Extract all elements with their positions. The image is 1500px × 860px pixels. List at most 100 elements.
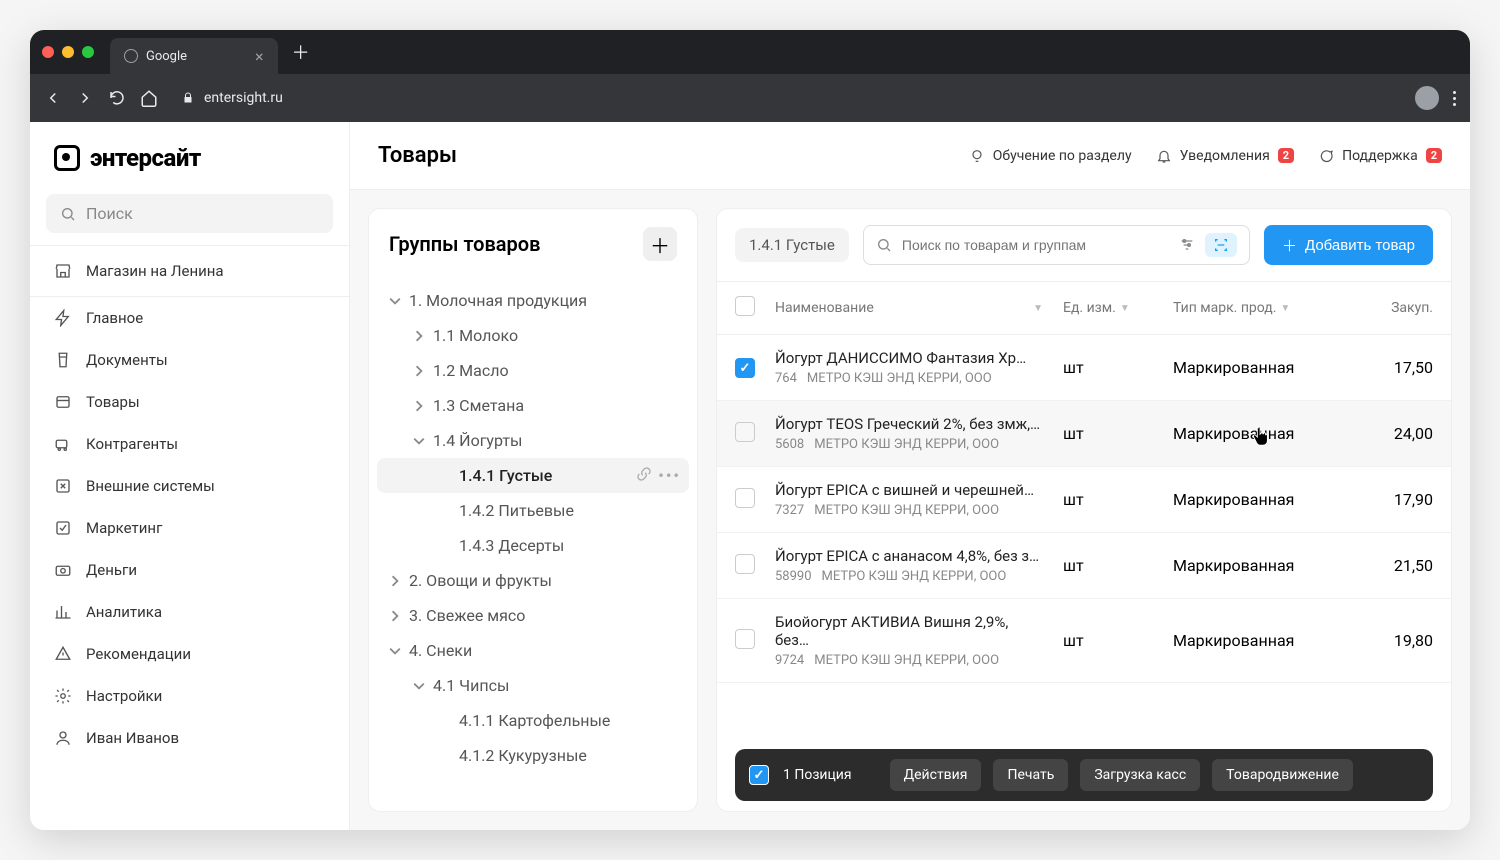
tree-item-5[interactable]: 1.4.1 Густые••• bbox=[377, 458, 689, 493]
sidebar-item-6[interactable]: Деньги bbox=[30, 549, 349, 591]
store-selector[interactable]: Магазин на Ленина bbox=[30, 245, 349, 297]
bulk-action-2[interactable]: Загрузка касс bbox=[1080, 759, 1200, 791]
sidebar-item-10[interactable]: Иван Иванов bbox=[30, 717, 349, 759]
nav-icon bbox=[54, 393, 72, 411]
logo[interactable]: энтерсайт bbox=[30, 122, 349, 186]
product-price: 17,90 bbox=[1353, 490, 1433, 509]
tree-item-7[interactable]: 1.4.3 Десерты bbox=[377, 528, 689, 563]
sidebar-item-0[interactable]: Главное bbox=[30, 297, 349, 339]
selection-checkbox[interactable] bbox=[749, 765, 769, 785]
products-panel: 1.4.1 Густые ＋ bbox=[716, 208, 1452, 812]
chevron-right-icon bbox=[389, 610, 401, 622]
browser-menu-icon[interactable] bbox=[1453, 91, 1456, 106]
product-name: Йогурт TEOS Греческий 2%, без змж,… bbox=[775, 415, 1040, 433]
link-icon[interactable] bbox=[636, 466, 652, 482]
table-row[interactable]: Йогурт TEOS Греческий 2%, без змж,… 5608… bbox=[717, 401, 1451, 467]
nav-icon bbox=[54, 519, 72, 537]
table-row[interactable]: Биойогурт АКТИВИА Вишня 2,9%, без… 9724М… bbox=[717, 599, 1451, 683]
window-close-icon[interactable] bbox=[42, 46, 54, 58]
browser-toolbar: entersight.ru bbox=[30, 74, 1470, 122]
row-checkbox[interactable] bbox=[735, 422, 755, 442]
tree-item-8[interactable]: 2. Овощи и фрукты bbox=[377, 563, 689, 598]
product-mark: Маркированная bbox=[1173, 631, 1353, 650]
browser-titlebar: Google × ＋ bbox=[30, 30, 1470, 74]
sidebar-item-8[interactable]: Рекомендации bbox=[30, 633, 349, 675]
browser-tab[interactable]: Google × bbox=[110, 38, 278, 74]
row-checkbox[interactable] bbox=[735, 629, 755, 649]
reload-icon[interactable] bbox=[108, 89, 126, 107]
nav-icon bbox=[54, 435, 72, 453]
plus-icon: ＋ bbox=[1282, 235, 1297, 256]
breadcrumb[interactable]: 1.4.1 Густые bbox=[735, 228, 849, 262]
tree-item-1[interactable]: 1.1 Молоко bbox=[377, 318, 689, 353]
row-checkbox[interactable] bbox=[735, 554, 755, 574]
product-search-input[interactable] bbox=[902, 237, 1169, 253]
tree-item-9[interactable]: 3. Свежее мясо bbox=[377, 598, 689, 633]
product-search[interactable] bbox=[863, 225, 1250, 265]
tree-item-3[interactable]: 1.3 Сметана bbox=[377, 388, 689, 423]
sort-icon[interactable]: ▼ bbox=[1033, 303, 1043, 314]
tree-item-13[interactable]: 4.1.2 Кукурузные bbox=[377, 738, 689, 773]
profile-avatar-icon[interactable] bbox=[1415, 86, 1439, 110]
scan-icon[interactable] bbox=[1205, 233, 1237, 257]
sidebar-item-4[interactable]: Внешние системы bbox=[30, 465, 349, 507]
nav-icon bbox=[54, 645, 72, 663]
product-supplier: МЕТРО КЭШ ЭНД КЕРРИ, ООО bbox=[814, 437, 999, 452]
tree-item-12[interactable]: 4.1.1 Картофельные bbox=[377, 703, 689, 738]
product-unit: шт bbox=[1063, 424, 1173, 443]
window-minimize-icon[interactable] bbox=[62, 46, 74, 58]
add-product-button[interactable]: ＋ Добавить товар bbox=[1264, 225, 1433, 265]
tab-close-icon[interactable]: × bbox=[255, 47, 264, 66]
back-icon[interactable] bbox=[44, 89, 62, 107]
tree-item-4[interactable]: 1.4 Йогурты bbox=[377, 423, 689, 458]
sidebar-item-7[interactable]: Аналитика bbox=[30, 591, 349, 633]
home-icon[interactable] bbox=[140, 89, 158, 107]
window-maximize-icon[interactable] bbox=[82, 46, 94, 58]
tree-item-2[interactable]: 1.2 Масло bbox=[377, 353, 689, 388]
training-link[interactable]: Обучение по разделу bbox=[969, 148, 1132, 164]
product-name: Йогурт EPICA с вишней и черешней… bbox=[775, 481, 1034, 499]
tree-item-11[interactable]: 4.1 Чипсы bbox=[377, 668, 689, 703]
sidebar-item-2[interactable]: Товары bbox=[30, 381, 349, 423]
bulk-action-1[interactable]: Печать bbox=[993, 759, 1068, 791]
nav-icon bbox=[54, 603, 72, 621]
product-price: 24,00 bbox=[1353, 424, 1433, 443]
more-icon[interactable]: ••• bbox=[658, 466, 681, 485]
chevron-down-icon bbox=[413, 435, 425, 447]
tree-item-6[interactable]: 1.4.2 Питьевые bbox=[377, 493, 689, 528]
chat-icon bbox=[1318, 148, 1334, 164]
product-sku: 7327 bbox=[775, 503, 804, 518]
add-group-button[interactable]: ＋ bbox=[643, 227, 677, 261]
tree-item-10[interactable]: 4. Снеки bbox=[377, 633, 689, 668]
sidebar-search[interactable]: Поиск bbox=[46, 194, 333, 233]
cursor-icon bbox=[1250, 426, 1272, 448]
url-bar[interactable]: entersight.ru bbox=[172, 90, 1401, 106]
search-icon bbox=[876, 237, 892, 253]
row-checkbox[interactable] bbox=[735, 358, 755, 378]
row-checkbox[interactable] bbox=[735, 488, 755, 508]
filters-icon[interactable] bbox=[1179, 237, 1195, 253]
nav-icon bbox=[54, 729, 72, 747]
table-row[interactable]: Йогурт ДАНИССИМО Фантазия Хр… 764МЕТРО К… bbox=[717, 335, 1451, 401]
sidebar-item-1[interactable]: Документы bbox=[30, 339, 349, 381]
sidebar-item-5[interactable]: Маркетинг bbox=[30, 507, 349, 549]
tree-item-0[interactable]: 1. Молочная продукция bbox=[377, 283, 689, 318]
table-row[interactable]: Йогурт EPICA с вишней и черешней… 7327МЕ… bbox=[717, 467, 1451, 533]
support-link[interactable]: Поддержка 2 bbox=[1318, 148, 1442, 164]
product-mark: Маркированная bbox=[1173, 358, 1353, 377]
tab-title: Google bbox=[146, 49, 187, 64]
page-title: Товары bbox=[378, 143, 945, 168]
bulk-action-0[interactable]: Действия bbox=[890, 759, 982, 791]
bulk-action-bar: 1 Позиция ДействияПечатьЗагрузка кассТов… bbox=[735, 749, 1433, 801]
sidebar-item-3[interactable]: Контрагенты bbox=[30, 423, 349, 465]
search-icon bbox=[60, 206, 76, 222]
notifications-link[interactable]: Уведомления 2 bbox=[1156, 148, 1295, 164]
new-tab-button[interactable]: ＋ bbox=[292, 39, 310, 65]
bulk-action-3[interactable]: Товародвижение bbox=[1212, 759, 1353, 791]
table-row[interactable]: Йогурт EPICA с ананасом 4,8%, без з… 589… bbox=[717, 533, 1451, 599]
globe-icon bbox=[124, 49, 138, 63]
table-header: Наименование▼ Ед. изм.▼ Тип марк. прод.▼… bbox=[717, 281, 1451, 335]
sidebar-item-9[interactable]: Настройки bbox=[30, 675, 349, 717]
select-all-checkbox[interactable] bbox=[735, 296, 755, 316]
forward-icon[interactable] bbox=[76, 89, 94, 107]
